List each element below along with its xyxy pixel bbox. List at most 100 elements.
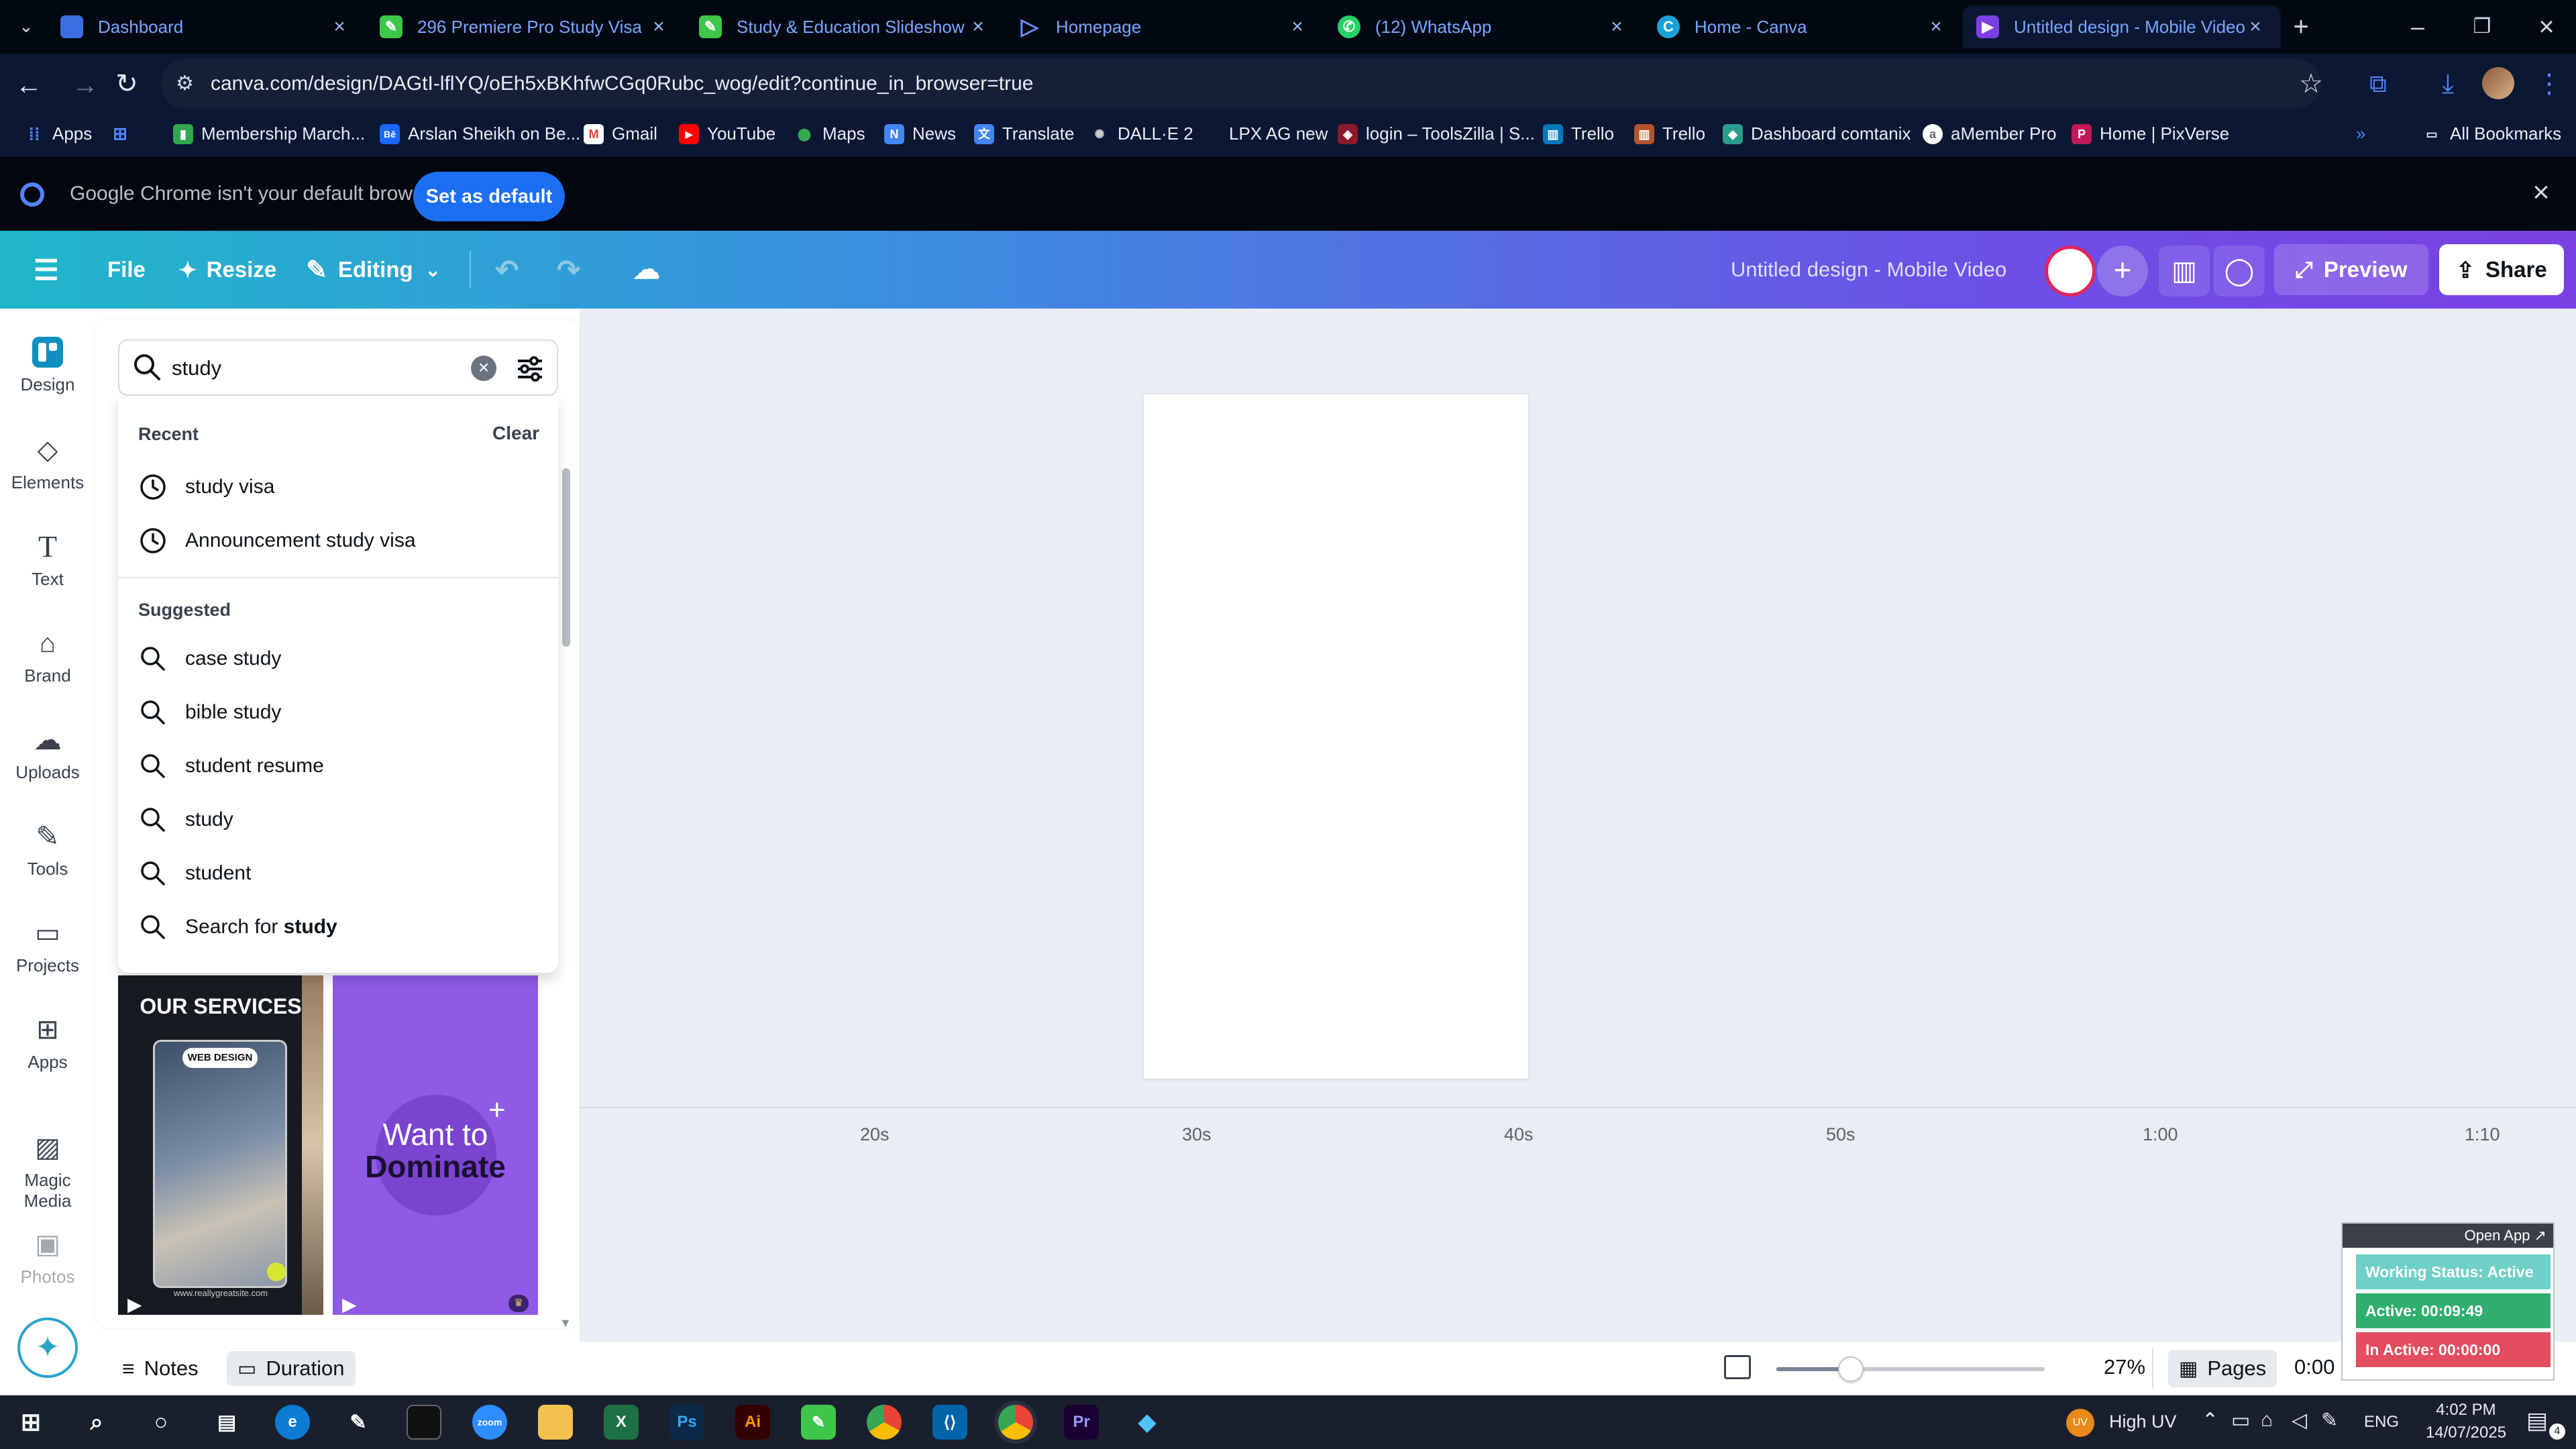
redo-icon[interactable]: ↷ xyxy=(557,250,580,290)
profile-avatar[interactable] xyxy=(2482,67,2514,99)
set-as-default-button[interactable]: Set as default xyxy=(413,172,565,221)
notes-button[interactable]: ≡ Notes xyxy=(114,1351,207,1386)
bookmark-item[interactable]: ⬤ Maps xyxy=(794,123,865,144)
close-tab-icon[interactable]: × xyxy=(647,15,671,39)
sidebar-item-magic-media[interactable]: ▨ Magic Media xyxy=(0,1132,95,1212)
filter-sliders-icon[interactable] xyxy=(515,354,545,384)
scroll-down-icon[interactable]: ▼ xyxy=(559,1316,572,1330)
task-view-icon[interactable]: ▤ xyxy=(209,1405,244,1440)
close-infobar-icon[interactable]: × xyxy=(2528,177,2555,208)
search-for-item[interactable]: Search for study xyxy=(138,912,337,942)
downloads-icon[interactable]: ⤓ xyxy=(2431,67,2465,101)
main-menu-hamburger-icon[interactable]: ☰ xyxy=(34,250,59,290)
bookmark-item[interactable]: ◆ Dashboard comtanix xyxy=(1723,123,1911,144)
insights-chart-icon[interactable]: ▥ xyxy=(2159,246,2210,297)
sidebar-item-design[interactable]: Design xyxy=(0,337,95,395)
timeline-view-icon[interactable] xyxy=(1724,1355,1751,1379)
clear-recent-button[interactable]: Clear xyxy=(492,423,539,444)
app-diamond-icon[interactable]: ◆ xyxy=(1130,1405,1165,1440)
sidebar-item-photos[interactable]: ▣ Photos xyxy=(0,1229,95,1287)
bookmark-item[interactable]: a aMember Pro xyxy=(1923,123,2057,144)
restore-window-icon[interactable]: ❐ xyxy=(2466,11,2498,43)
tab-search-chevron-icon[interactable]: ⌄ xyxy=(15,15,38,38)
open-app-link[interactable]: Open App ↗ xyxy=(2343,1224,2553,1248)
notification-center-icon[interactable]: ▤ xyxy=(2526,1407,2548,1434)
comments-icon[interactable]: ◯ xyxy=(2214,246,2265,297)
close-tab-icon[interactable]: × xyxy=(327,15,352,39)
template-thumbnail-dominate[interactable]: Want to Dominate + ▶ ♛ xyxy=(333,975,538,1315)
zoom-slider-handle[interactable] xyxy=(1838,1356,1864,1382)
tray-speaker-icon[interactable]: ◁ xyxy=(2292,1409,2307,1432)
resize-button[interactable]: ✦ Resize xyxy=(178,250,276,290)
pen-app-icon[interactable]: ✎ xyxy=(341,1405,376,1440)
undo-icon[interactable]: ↶ xyxy=(495,250,519,290)
close-tab-icon[interactable]: × xyxy=(1285,15,1309,39)
suggested-search-item[interactable]: study xyxy=(138,805,233,835)
invite-plus-icon[interactable]: + xyxy=(2097,246,2148,297)
sidebar-item-brand[interactable]: ⌂ Brand xyxy=(0,628,95,686)
bookmark-item[interactable]: ◈ login – ToolsZilla | S... xyxy=(1338,123,1535,144)
tray-pen-icon[interactable]: ✎ xyxy=(2321,1409,2338,1432)
new-tab-plus-icon[interactable]: + xyxy=(2285,11,2317,43)
browser-menu-icon[interactable]: ⋮ xyxy=(2536,67,2563,101)
chrome-icon[interactable] xyxy=(867,1405,902,1440)
extensions-icon[interactable]: ⧉ xyxy=(2361,67,2395,101)
bookmark-item[interactable]: N News xyxy=(884,123,956,144)
edge-browser-icon[interactable]: e xyxy=(275,1405,310,1440)
close-tab-icon[interactable]: × xyxy=(966,15,990,39)
design-title[interactable]: Untitled design - Mobile Video xyxy=(1731,250,2006,290)
close-window-icon[interactable]: × xyxy=(2530,11,2563,43)
magic-assistant-sparkle-icon[interactable]: ✦ xyxy=(17,1318,78,1378)
bookmark-item[interactable]: ⁞⁞ Apps xyxy=(24,123,92,144)
browser-tab[interactable]: ✎ Study & Education Slideshow, V × xyxy=(686,5,1004,48)
bookmark-item[interactable]: ▶ YouTube xyxy=(679,123,775,144)
clock-time[interactable]: 4:02 PM xyxy=(2419,1401,2513,1419)
clock-date[interactable]: 14/07/2025 xyxy=(2408,1424,2524,1442)
photoshop-icon[interactable]: Ps xyxy=(669,1405,704,1440)
weather-label[interactable]: High UV xyxy=(2109,1411,2177,1432)
bookmark-item[interactable]: ▥ Trello xyxy=(1543,123,1614,144)
suggested-search-item[interactable]: student xyxy=(138,859,251,888)
more-bookmarks-chevron-icon[interactable]: » xyxy=(2356,123,2365,144)
windows-start-icon[interactable]: ⊞ xyxy=(13,1405,48,1440)
zoom-app-icon[interactable]: zoom xyxy=(472,1405,507,1440)
excel-icon[interactable]: X xyxy=(604,1405,639,1440)
sidebar-item-uploads[interactable]: ☁ Uploads xyxy=(0,724,95,783)
preview-button[interactable]: ⤢ Preview xyxy=(2274,244,2428,295)
weather-uv-icon[interactable]: UV xyxy=(2066,1409,2094,1437)
language-indicator[interactable]: ENG xyxy=(2364,1413,2399,1432)
sidebar-item-apps[interactable]: ⊞ Apps xyxy=(0,1014,95,1073)
pages-button[interactable]: ▦ Pages xyxy=(2168,1350,2277,1387)
clear-search-icon[interactable]: × xyxy=(471,356,496,381)
chrome-active-icon[interactable] xyxy=(998,1405,1033,1440)
browser-tab[interactable]: C Home - Canva × xyxy=(1644,5,1962,48)
forward-arrow-icon[interactable]: → xyxy=(70,70,101,101)
terminal-icon[interactable] xyxy=(407,1405,441,1440)
browser-tab[interactable]: ✎ 296 Premiere Pro Study Visa Te × xyxy=(366,5,684,48)
envato-app-icon[interactable]: ✎ xyxy=(801,1405,836,1440)
taskbar-search-icon[interactable]: ⌕ xyxy=(79,1405,114,1440)
panel-scrollbar-thumb[interactable] xyxy=(562,468,570,647)
search-input[interactable] xyxy=(172,349,467,388)
zoom-percent[interactable]: 27% xyxy=(2104,1355,2145,1379)
reload-icon[interactable]: ↻ xyxy=(111,68,142,99)
tray-meet-icon[interactable]: ▭ xyxy=(2231,1409,2250,1432)
team-avatar[interactable] xyxy=(2045,246,2096,297)
cloud-saved-icon[interactable]: ☁ xyxy=(633,250,660,290)
cortana-circle-icon[interactable]: ○ xyxy=(144,1405,178,1440)
recent-search-item[interactable]: study visa xyxy=(138,472,274,502)
share-button[interactable]: ⇪ Share xyxy=(2439,244,2564,295)
close-tab-icon[interactable]: × xyxy=(1605,15,1629,39)
vscode-icon[interactable]: ⟨⟩ xyxy=(932,1405,967,1440)
design-page-canvas[interactable] xyxy=(1144,394,1528,1079)
bookmark-item[interactable]: ⊞ xyxy=(110,123,138,144)
bookmark-item[interactable]: ▮ Membership March... xyxy=(173,123,365,144)
file-explorer-icon[interactable] xyxy=(538,1405,573,1440)
minimize-window-icon[interactable]: – xyxy=(2402,11,2434,43)
url-input[interactable]: ⚙ canva.com/design/DAGtI-lflYQ/oEh5xBKhf… xyxy=(161,59,2321,109)
browser-tab[interactable]: ▷ Homepage × xyxy=(1005,5,1323,48)
bookmark-item[interactable]: Bē Arslan Sheikh on Be... xyxy=(380,123,580,144)
bookmark-item[interactable]: P Home | PixVerse xyxy=(2072,123,2229,144)
file-menu-button[interactable]: File xyxy=(107,250,146,290)
close-tab-icon[interactable]: × xyxy=(2243,15,2267,39)
